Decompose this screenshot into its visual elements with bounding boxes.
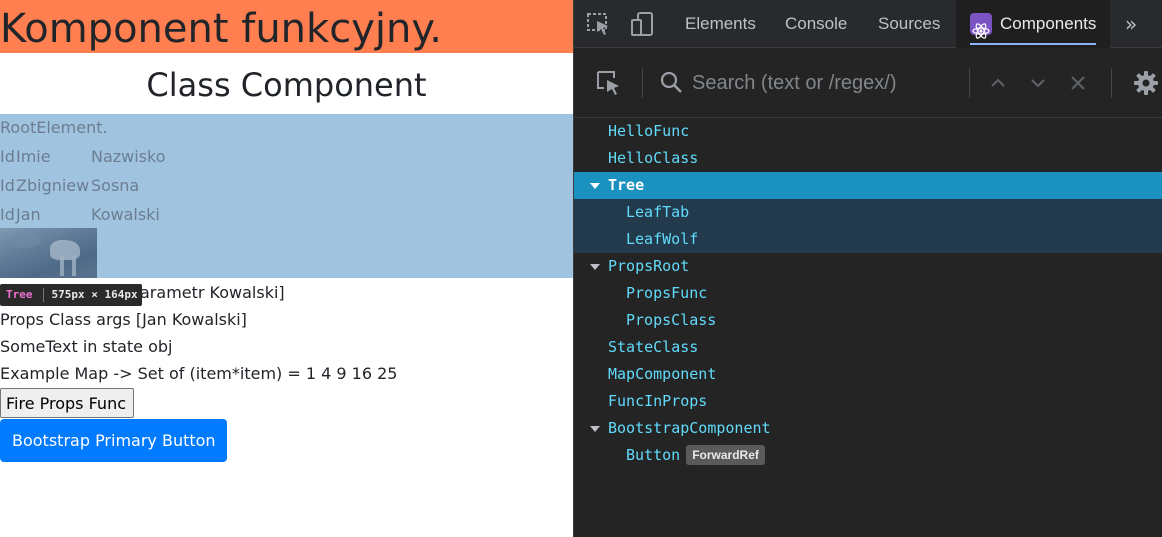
- forwardref-badge: ForwardRef: [686, 445, 765, 465]
- leaf-tab-cell-surname: Nazwisko: [91, 147, 166, 166]
- devtools-panel: Elements Console Sources Components » Se…: [573, 0, 1162, 537]
- leaf-tab-cell-id: Id: [0, 176, 15, 195]
- tree-node-label: HelloClass: [608, 149, 699, 167]
- select-element-icon[interactable]: [595, 69, 623, 97]
- more-tabs-icon[interactable]: »: [1125, 12, 1137, 36]
- tree-node-label: LeafWolf: [626, 230, 699, 248]
- tree-node-leaftab[interactable]: LeafTab: [574, 199, 1162, 226]
- tree-node-label: BootstrapComponent: [608, 419, 771, 437]
- app-page: Komponent funkcyjny. Class Component Roo…: [0, 0, 573, 537]
- tree-node-label: PropsFunc: [626, 284, 708, 302]
- settings-icon[interactable]: [1132, 69, 1160, 97]
- wolf-image: [0, 228, 97, 278]
- tree-node-label: PropsRoot: [608, 257, 690, 275]
- expand-caret-icon[interactable]: [590, 183, 600, 189]
- tree-node-helloclass[interactable]: HelloClass: [574, 145, 1162, 172]
- leaf-tab-cell-name: Jan: [16, 205, 41, 224]
- search-icon: [658, 69, 686, 97]
- tooltip-dimensions: 575px × 164px: [51, 288, 138, 301]
- inspect-element-icon[interactable]: [586, 12, 612, 36]
- tree-node-stateclass[interactable]: StateClass: [574, 334, 1162, 361]
- root-element-label: RootElement.: [0, 118, 108, 137]
- leaf-tab-cell-id: Id: [0, 205, 15, 224]
- tree-node-label: FuncInProps: [608, 392, 708, 410]
- leaf-tab-cell-surname: Sosna: [91, 176, 140, 195]
- tree-node-mapcomponent[interactable]: MapComponent: [574, 361, 1162, 388]
- clear-search-icon[interactable]: [1064, 69, 1092, 97]
- props-class-text: Props Class args [Jan Kowalski]: [0, 310, 247, 329]
- map-component-text: Example Map -> Set of (item*item) = 1 4 …: [0, 364, 398, 383]
- tooltip-component-name: Tree: [6, 288, 33, 301]
- tree-node-label: Button: [626, 446, 681, 464]
- functional-component-title: Komponent funkcyjny.: [0, 0, 573, 53]
- tree-node-label: Tree: [608, 176, 645, 194]
- device-toolbar-icon[interactable]: [630, 12, 656, 36]
- tab-sources[interactable]: Sources: [878, 0, 940, 48]
- state-class-text: SomeText in state obj: [0, 337, 173, 356]
- tab-components-label: Components: [1000, 14, 1097, 33]
- component-search-input[interactable]: [692, 68, 962, 98]
- tree-node-leafwolf[interactable]: LeafWolf: [574, 226, 1162, 253]
- highlight-tooltip: Tree 575px × 164px: [0, 284, 142, 306]
- tree-node-button[interactable]: Button ForwardRef: [574, 442, 1162, 469]
- leaf-tab-cell-name: Imie: [16, 147, 51, 166]
- expand-caret-icon[interactable]: [590, 426, 600, 432]
- next-result-icon[interactable]: [1024, 69, 1052, 97]
- tree-node-label: HelloFunc: [608, 122, 690, 140]
- tab-elements[interactable]: Elements: [685, 0, 756, 48]
- previous-result-icon[interactable]: [984, 69, 1012, 97]
- tree-node-label: MapComponent: [608, 365, 717, 383]
- leaf-tab-cell-id: Id: [0, 147, 15, 166]
- tree-node-funcinprops[interactable]: FuncInProps: [574, 388, 1162, 415]
- tree-node-hellofunc[interactable]: HelloFunc: [574, 118, 1162, 145]
- leaf-tab-cell-name: Zbigniew: [16, 176, 90, 195]
- tree-node-label: StateClass: [608, 338, 699, 356]
- tab-console[interactable]: Console: [785, 0, 847, 48]
- devtools-tab-bar: Elements Console Sources Components »: [574, 0, 1162, 48]
- tree-node-label: LeafTab: [626, 203, 690, 221]
- leaf-tab-cell-surname: Kowalski: [91, 205, 160, 224]
- bootstrap-primary-button[interactable]: Bootstrap Primary Button: [0, 419, 227, 462]
- components-toolbar: [574, 48, 1162, 118]
- props-func-text: arametr Kowalski]: [140, 283, 285, 302]
- expand-caret-icon[interactable]: [590, 264, 600, 270]
- fire-props-func-button[interactable]: Fire Props Func: [0, 388, 134, 418]
- tree-node-bootstrapcomponent[interactable]: BootstrapComponent: [574, 415, 1162, 442]
- tree-node-propsfunc[interactable]: PropsFunc: [574, 280, 1162, 307]
- class-component-title: Class Component: [146, 66, 427, 104]
- tab-components[interactable]: Components: [956, 0, 1111, 48]
- react-logo-icon: [970, 13, 992, 39]
- tree-node-propsclass[interactable]: PropsClass: [574, 307, 1162, 334]
- tree-node-tree[interactable]: Tree: [574, 172, 1162, 199]
- tree-node-label: PropsClass: [626, 311, 717, 329]
- tree-node-propsroot[interactable]: PropsRoot: [574, 253, 1162, 280]
